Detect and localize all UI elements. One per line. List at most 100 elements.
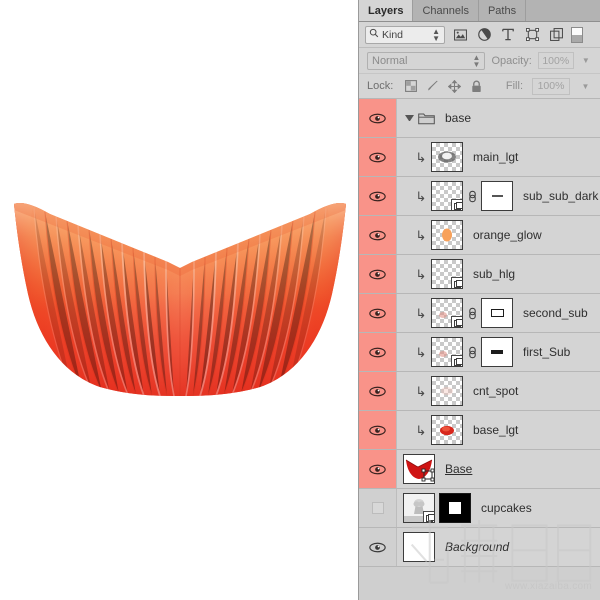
visibility-toggle[interactable] bbox=[359, 372, 397, 410]
layer-name[interactable]: orange_glow bbox=[473, 228, 542, 242]
layer-name[interactable]: cnt_spot bbox=[473, 384, 518, 398]
lock-transparency-icon[interactable] bbox=[404, 80, 417, 93]
link-icon[interactable] bbox=[467, 307, 477, 320]
link-icon[interactable] bbox=[467, 190, 477, 203]
layer-row-sub-hlg[interactable]: ↳ sub_hlg bbox=[359, 255, 600, 294]
lock-all-icon[interactable] bbox=[470, 80, 483, 93]
fill-dropdown-icon[interactable]: ▼ bbox=[579, 78, 592, 95]
layer-row-cupcakes[interactable]: cupcakes bbox=[359, 489, 600, 528]
layer-name[interactable]: main_lgt bbox=[473, 150, 518, 164]
layer-thumbnail[interactable] bbox=[431, 376, 463, 406]
blend-mode-row: Normal ▲ ▼ Opacity: 100% ▼ bbox=[359, 48, 600, 74]
visibility-toggle[interactable] bbox=[359, 138, 397, 176]
layer-row-orange-glow[interactable]: ↳ orange_glow bbox=[359, 216, 600, 255]
blend-mode-select[interactable]: Normal ▲ ▼ bbox=[367, 51, 486, 70]
layer-row-body[interactable]: ↳ sub_hlg bbox=[397, 255, 600, 293]
layer-row-base-group[interactable]: base bbox=[359, 99, 600, 138]
clipping-mask-arrow-icon: ↳ bbox=[415, 149, 427, 165]
layer-row-main-lgt[interactable]: ↳ main_lgt bbox=[359, 138, 600, 177]
layer-thumbnail[interactable] bbox=[403, 493, 435, 523]
fill-label: Fill: bbox=[505, 80, 523, 92]
layer-name[interactable]: second_sub bbox=[523, 306, 588, 320]
pixel-layer-filter-icon[interactable] bbox=[453, 28, 467, 42]
visibility-toggle[interactable] bbox=[359, 489, 397, 527]
layer-name[interactable]: base_lgt bbox=[473, 423, 518, 437]
visibility-toggle[interactable] bbox=[359, 294, 397, 332]
opacity-input[interactable]: 100% bbox=[537, 52, 574, 69]
layer-thumbnail[interactable] bbox=[403, 454, 435, 484]
fill-input[interactable]: 100% bbox=[532, 77, 570, 95]
document-canvas[interactable] bbox=[0, 0, 358, 600]
chevron-updown-icon[interactable]: ▲ ▼ bbox=[432, 27, 440, 42]
clipping-mask-arrow-icon: ↳ bbox=[415, 305, 427, 321]
layer-row-background[interactable]: Background bbox=[359, 528, 600, 567]
layer-thumbnail[interactable] bbox=[431, 337, 463, 367]
shape-layer-filter-icon[interactable] bbox=[525, 28, 539, 42]
layer-thumbnail[interactable] bbox=[431, 415, 463, 445]
layer-row-body[interactable]: cupcakes bbox=[397, 489, 600, 527]
chevron-updown-icon[interactable]: ▲ ▼ bbox=[473, 53, 481, 68]
layer-row-first-sub[interactable]: ↳ first_Sub bbox=[359, 333, 600, 372]
smart-object-badge-icon bbox=[451, 277, 462, 288]
visibility-toggle[interactable] bbox=[359, 177, 397, 215]
layer-mask-thumbnail[interactable] bbox=[481, 298, 513, 328]
layer-row-body[interactable]: Background bbox=[397, 528, 600, 566]
tab-paths[interactable]: Paths bbox=[478, 0, 527, 21]
layer-thumbnail[interactable] bbox=[431, 142, 463, 172]
visibility-toggle[interactable] bbox=[359, 528, 397, 566]
layer-mask-thumbnail[interactable] bbox=[439, 493, 471, 523]
layer-name[interactable]: sub_hlg bbox=[473, 267, 515, 281]
layer-thumbnail[interactable] bbox=[431, 298, 463, 328]
layer-row-cnt-spot[interactable]: ↳ cnt_spot bbox=[359, 372, 600, 411]
layer-row-body[interactable]: base bbox=[397, 99, 600, 137]
layer-row-body[interactable]: ↳ sub_sub_dark bbox=[397, 177, 600, 215]
tab-channels[interactable]: Channels bbox=[413, 0, 479, 21]
layer-name[interactable]: Background bbox=[445, 540, 509, 554]
visibility-toggle[interactable] bbox=[359, 255, 397, 293]
layer-thumbnail[interactable] bbox=[403, 532, 435, 562]
smart-object-badge-icon bbox=[423, 511, 434, 522]
layer-row-body[interactable]: ↳ orange_glow bbox=[397, 216, 600, 254]
visibility-toggle[interactable] bbox=[359, 99, 397, 137]
visibility-toggle[interactable] bbox=[359, 216, 397, 254]
tab-layers[interactable]: Layers bbox=[359, 0, 414, 21]
layer-thumbnail[interactable] bbox=[431, 220, 463, 250]
visibility-toggle[interactable] bbox=[359, 411, 397, 449]
layer-thumbnail[interactable] bbox=[431, 259, 463, 289]
layer-row-body[interactable]: ↳ cnt_spot bbox=[397, 372, 600, 410]
layer-mask-thumbnail[interactable] bbox=[481, 337, 513, 367]
lock-position-icon[interactable] bbox=[448, 79, 462, 93]
type-layer-filter-icon[interactable] bbox=[501, 28, 515, 42]
layer-thumbnail[interactable] bbox=[431, 181, 463, 211]
visibility-toggle[interactable] bbox=[359, 450, 397, 488]
layer-name[interactable]: cupcakes bbox=[481, 501, 532, 515]
layer-row-base-shape[interactable]: Base bbox=[359, 450, 600, 489]
layer-row-body[interactable]: Base bbox=[397, 450, 600, 488]
adjustment-layer-filter-icon[interactable] bbox=[477, 28, 491, 42]
visibility-toggle[interactable] bbox=[359, 333, 397, 371]
eye-icon bbox=[369, 542, 386, 552]
layer-row-body[interactable]: ↳ second_sub bbox=[397, 294, 600, 332]
link-icon[interactable] bbox=[467, 346, 477, 359]
layer-row-body[interactable]: ↳ main_lgt bbox=[397, 138, 600, 176]
tab-paths-label: Paths bbox=[487, 4, 517, 17]
layer-name[interactable]: sub_sub_dark bbox=[523, 189, 598, 203]
layer-row-second-sub[interactable]: ↳ second_sub bbox=[359, 294, 600, 333]
filter-toggle-switch[interactable] bbox=[571, 26, 583, 43]
thumbnail-art-base-lgt bbox=[440, 425, 454, 436]
layer-list[interactable]: base ↳ main_lgt ↳ sub_sub_dark ↳ orange_… bbox=[359, 99, 600, 600]
layer-row-body[interactable]: ↳ first_Sub bbox=[397, 333, 600, 371]
layer-name[interactable]: base bbox=[445, 111, 471, 125]
layer-row-body[interactable]: ↳ base_lgt bbox=[397, 411, 600, 449]
layer-name[interactable]: Base bbox=[445, 462, 472, 476]
layer-row-sub-sub-dark[interactable]: ↳ sub_sub_dark bbox=[359, 177, 600, 216]
filter-kind-select[interactable]: Kind ▲ ▼ bbox=[365, 25, 445, 44]
layer-name[interactable]: first_Sub bbox=[523, 345, 570, 359]
tab-layers-label: Layers bbox=[368, 4, 404, 17]
layer-row-base-lgt[interactable]: ↳ base_lgt bbox=[359, 411, 600, 450]
lock-image-pixels-icon[interactable] bbox=[426, 80, 439, 93]
layer-mask-thumbnail[interactable] bbox=[481, 181, 513, 211]
smart-object-filter-icon[interactable] bbox=[549, 28, 563, 42]
opacity-dropdown-icon[interactable]: ▼ bbox=[580, 52, 592, 69]
group-disclosure-triangle-icon[interactable] bbox=[405, 115, 414, 121]
